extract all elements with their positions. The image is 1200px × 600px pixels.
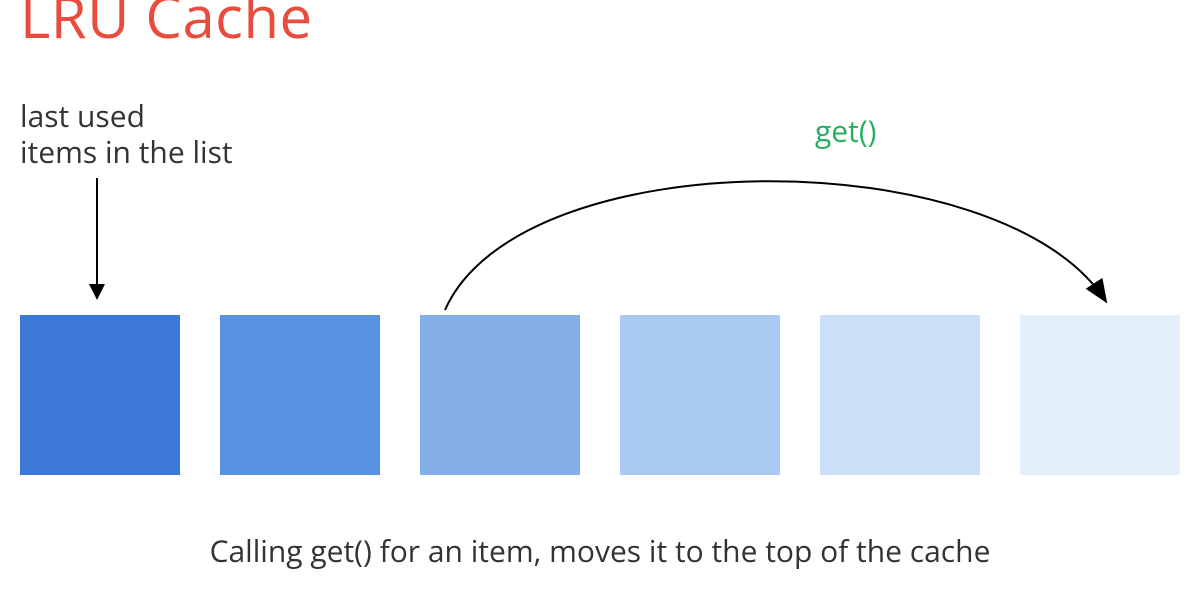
label-get-call: get()	[815, 110, 877, 151]
cache-box-0	[20, 315, 180, 475]
cache-box-5	[1020, 315, 1180, 475]
diagram-title: LRU Cache	[20, 0, 313, 55]
cache-box-3	[620, 315, 780, 475]
cache-box-4	[820, 315, 980, 475]
diagram-caption: Calling get() for an item, moves it to t…	[0, 530, 1200, 571]
arrow-get-arc	[0, 0, 1200, 600]
cache-boxes	[20, 315, 1180, 475]
arrow-last-used	[96, 178, 98, 298]
cache-box-1	[220, 315, 380, 475]
cache-box-2	[420, 315, 580, 475]
label-last-used: last useditems in the list	[20, 98, 233, 170]
